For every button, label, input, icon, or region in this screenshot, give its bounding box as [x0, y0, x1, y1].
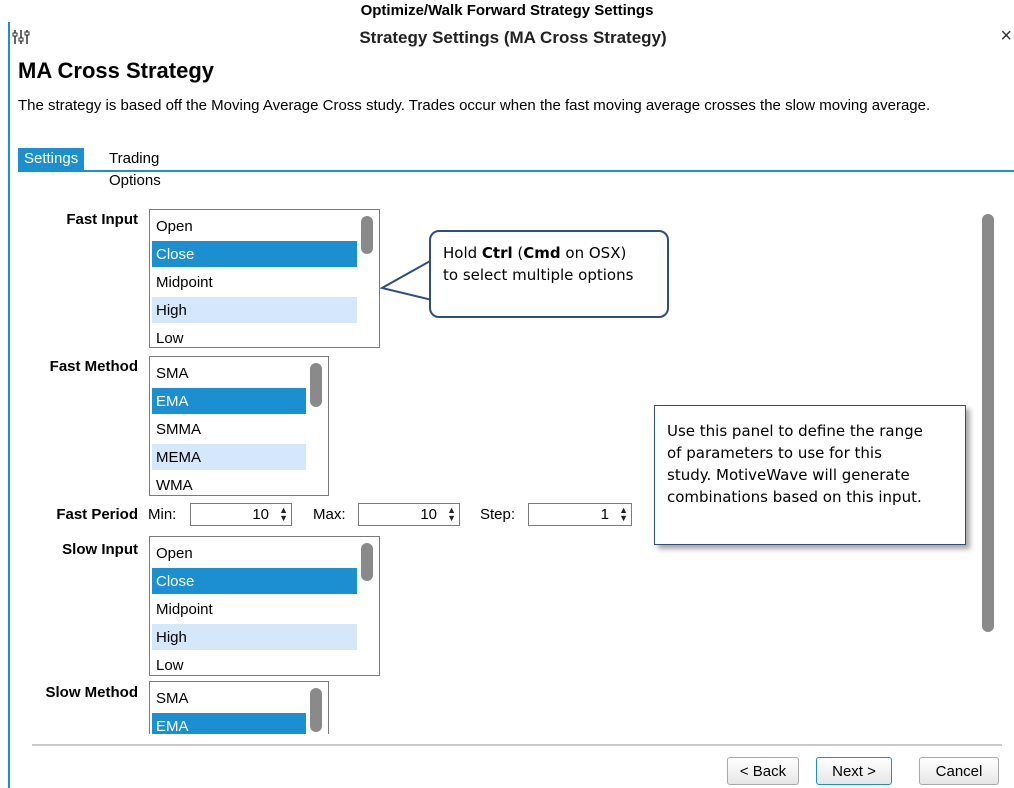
multi-select-callout: Hold Ctrl (Cmd on OSX) to select multipl…	[429, 230, 669, 318]
spinner-arrows-icon[interactable]: ▲ ▼	[619, 506, 628, 523]
back-button[interactable]: < Back	[727, 757, 799, 785]
list-item[interactable]: WMA	[152, 472, 306, 495]
min-spinner[interactable]: 10 ▲ ▼	[190, 503, 292, 526]
list-item-selected[interactable]: Close	[152, 568, 357, 594]
list-item[interactable]: High	[152, 624, 357, 650]
min-value: 10	[252, 506, 269, 523]
close-icon[interactable]: ×	[1000, 25, 1012, 48]
step-spinner[interactable]: 1 ▲ ▼	[528, 503, 632, 526]
strategy-description: The strategy is based off the Moving Ave…	[18, 97, 931, 114]
list-item[interactable]: Open	[152, 213, 357, 239]
slow-input-label: Slow Input	[62, 541, 138, 558]
cancel-button[interactable]: Cancel	[919, 757, 999, 785]
list-item[interactable]: Low	[152, 325, 357, 347]
list-item-selected[interactable]: EMA	[152, 388, 306, 414]
next-button[interactable]: Next >	[816, 757, 892, 785]
slow-method-listbox[interactable]: SMA EMA	[149, 681, 329, 734]
step-label: Step:	[480, 506, 516, 523]
slow-input-listbox[interactable]: Open Close Midpoint High Low	[149, 536, 380, 676]
callout-line-1: Hold Ctrl (Cmd on OSX)	[443, 244, 627, 262]
list-item[interactable]: SMMA	[152, 416, 306, 442]
page-caption: Optimize/Walk Forward Strategy Settings	[360, 2, 654, 19]
note-line: Use this panel to define the range	[667, 422, 923, 440]
max-value: 10	[420, 506, 437, 523]
list-item[interactable]: Midpoint	[152, 269, 357, 295]
fast-input-label: Fast Input	[66, 211, 138, 228]
strategy-heading: MA Cross Strategy	[18, 58, 215, 83]
title-bar: Strategy Settings (MA Cross Strategy) ×	[10, 22, 1014, 54]
listbox-scrollbar[interactable]	[310, 363, 322, 407]
min-label: Min:	[148, 506, 177, 523]
tab-underline	[18, 170, 1014, 172]
panel-scrollbar[interactable]	[982, 214, 994, 632]
note-line: study. MotiveWave will generate	[667, 466, 910, 484]
fast-input-listbox[interactable]: Open Close Midpoint High Low	[149, 209, 380, 348]
fast-period-label: Fast Period	[56, 506, 138, 523]
note-line: combinations based on this input.	[667, 488, 922, 506]
note-line: of parameters to use for this	[667, 444, 882, 462]
slow-method-label: Slow Method	[45, 684, 139, 701]
list-item[interactable]: MEMA	[152, 444, 306, 470]
fast-method-listbox[interactable]: SMA EMA SMMA MEMA WMA	[149, 356, 329, 496]
tab-trading-options[interactable]: Trading Options	[103, 148, 167, 189]
fast-method-label: Fast Method	[49, 358, 138, 375]
max-label: Max:	[313, 506, 346, 523]
callout-pointer-icon	[380, 258, 434, 302]
info-note: Use this panel to define the range of pa…	[654, 405, 966, 545]
list-item[interactable]: Low	[152, 652, 357, 675]
callout-line-2: to select multiple options	[443, 266, 634, 284]
listbox-scrollbar[interactable]	[361, 543, 373, 581]
list-item-selected[interactable]: EMA	[152, 713, 306, 734]
listbox-scrollbar[interactable]	[361, 216, 373, 254]
tab-settings[interactable]: Settings	[18, 148, 85, 170]
list-item[interactable]: Open	[152, 540, 357, 566]
spinner-arrows-icon[interactable]: ▲ ▼	[279, 506, 288, 523]
list-item[interactable]: High	[152, 297, 357, 323]
step-value: 1	[600, 506, 609, 523]
window-title: Strategy Settings (MA Cross Strategy)	[359, 28, 667, 47]
list-item[interactable]: Midpoint	[152, 596, 357, 622]
listbox-scrollbar[interactable]	[310, 688, 322, 732]
list-item-selected[interactable]: Close	[152, 241, 357, 267]
footer-divider	[32, 744, 1002, 746]
list-item[interactable]: SMA	[152, 685, 306, 711]
max-spinner[interactable]: 10 ▲ ▼	[358, 503, 460, 526]
spinner-arrows-icon[interactable]: ▲ ▼	[447, 506, 456, 523]
list-item[interactable]: SMA	[152, 360, 306, 386]
